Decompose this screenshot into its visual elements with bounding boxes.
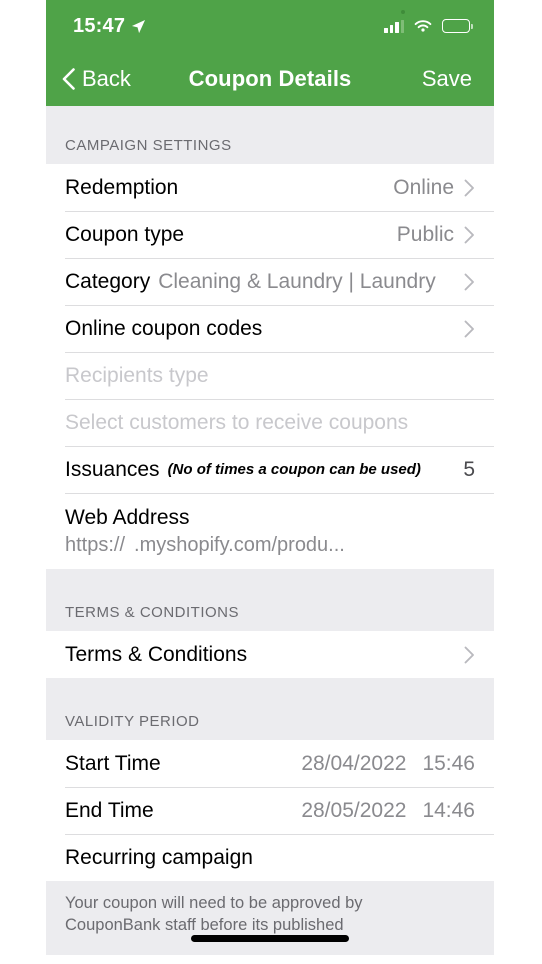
row-web-address-value: https:// .myshopify.com/produ... — [65, 534, 345, 557]
section-header-terms-conditions: TERMS & CONDITIONS — [46, 569, 494, 631]
approval-notice-line1: Your coupon will need to be approved by — [65, 894, 363, 912]
row-redemption[interactable]: Redemption Online — [46, 164, 494, 211]
status-bar-indicators — [384, 19, 473, 34]
phone-screen: 15:47 Back Coupon Details Save CAMPAIGN … — [46, 0, 494, 964]
row-select-customers-label: Select customers to receive coupons — [65, 410, 409, 434]
row-category[interactable]: Category Cleaning & Laundry | Laundry — [46, 258, 494, 305]
approval-notice-line2: CouponBank staff before its published — [65, 915, 344, 934]
recording-dot-icon — [401, 10, 405, 14]
row-issuances-value: 5 — [463, 457, 475, 481]
row-redemption-value: Online — [393, 175, 454, 199]
approval-notice: Your coupon will need to be approved by … — [46, 881, 494, 955]
status-bar-time-group: 15:47 — [73, 15, 146, 38]
status-bar-time: 15:47 — [73, 14, 126, 37]
location-arrow-icon — [132, 19, 146, 33]
row-terms-conditions-label: Terms & Conditions — [65, 642, 248, 666]
row-issuances-label: Issuances — [65, 457, 160, 481]
battery-icon — [442, 19, 473, 33]
row-issuances-hint: (No of times a coupon can be used) — [167, 461, 421, 478]
start-clock: 15:46 — [422, 751, 475, 775]
chevron-right-icon — [464, 226, 474, 243]
start-date: 28/04/2022 — [301, 751, 407, 775]
row-category-value: Cleaning & Laundry | Laundry — [158, 269, 436, 293]
status-bar: 15:47 — [46, 0, 494, 52]
wifi-icon — [414, 19, 432, 32]
back-button-label: Back — [82, 66, 131, 91]
url-prefix: https:// — [65, 533, 126, 556]
navigation-bar: Back Coupon Details Save — [46, 52, 494, 106]
url-suffix: .myshopify.com/produ... — [134, 533, 345, 556]
row-issuances[interactable]: Issuances (No of times a coupon can be u… — [46, 446, 494, 493]
chevron-right-icon — [464, 179, 474, 196]
row-coupon-type[interactable]: Coupon type Public — [46, 211, 494, 258]
row-recipients-type-label: Recipients type — [65, 363, 209, 387]
row-category-label: Category — [65, 269, 151, 293]
row-online-coupon-codes-label: Online coupon codes — [65, 316, 263, 340]
section-header-validity-period: VALIDITY PERIOD — [46, 678, 494, 740]
end-clock: 14:46 — [422, 798, 475, 822]
end-date: 28/05/2022 — [301, 798, 407, 822]
row-start-time-value: 28/04/2022 15:46 — [301, 752, 475, 776]
row-select-customers: Select customers to receive coupons — [46, 399, 494, 446]
back-button[interactable]: Back — [62, 66, 131, 92]
cellular-signal-icon — [384, 19, 404, 33]
row-terms-conditions[interactable]: Terms & Conditions — [46, 631, 494, 678]
home-indicator[interactable] — [191, 935, 349, 942]
row-end-time-value: 28/05/2022 14:46 — [301, 799, 475, 823]
row-recurring-campaign-label: Recurring campaign — [65, 845, 253, 869]
row-recipients-type: Recipients type — [46, 352, 494, 399]
row-start-time[interactable]: Start Time 28/04/2022 15:46 — [46, 740, 494, 787]
row-web-address-label: Web Address — [65, 505, 190, 529]
row-redemption-label: Redemption — [65, 175, 179, 199]
section-header-campaign-settings: CAMPAIGN SETTINGS — [46, 106, 494, 164]
row-coupon-type-label: Coupon type — [65, 222, 185, 246]
chevron-right-icon — [464, 273, 474, 290]
row-web-address[interactable]: Web Address https:// .myshopify.com/produ… — [46, 493, 494, 569]
row-online-coupon-codes[interactable]: Online coupon codes — [46, 305, 494, 352]
chevron-left-icon — [62, 68, 75, 90]
row-coupon-type-value: Public — [396, 222, 454, 246]
chevron-right-icon — [464, 646, 474, 663]
row-recurring-campaign[interactable]: Recurring campaign — [46, 834, 494, 881]
save-button[interactable]: Save — [422, 66, 472, 92]
chevron-right-icon — [464, 320, 474, 337]
row-end-time[interactable]: End Time 28/05/2022 14:46 — [46, 787, 494, 834]
row-end-time-label: End Time — [65, 798, 154, 822]
row-start-time-label: Start Time — [65, 751, 161, 775]
